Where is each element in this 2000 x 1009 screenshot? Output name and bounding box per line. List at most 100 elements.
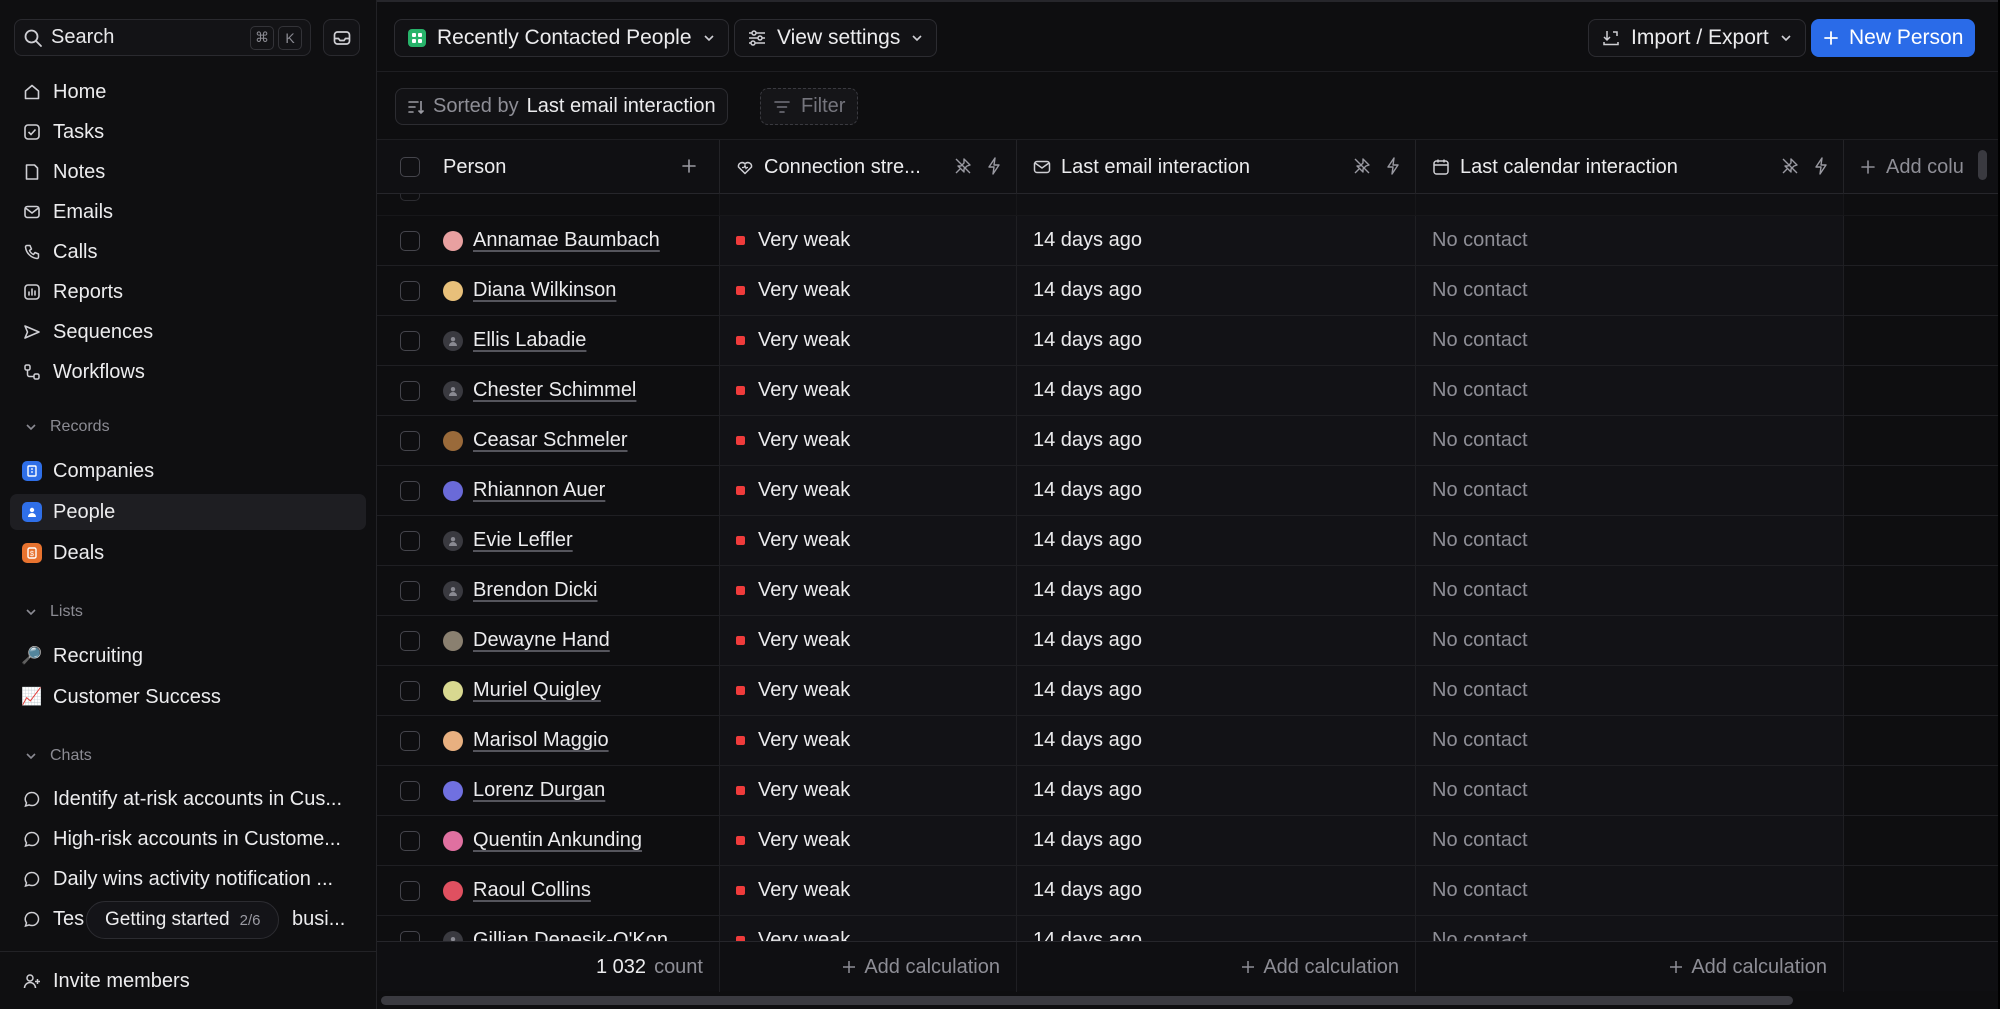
connection-cell[interactable]: Very weak [720,616,1017,665]
email-cell[interactable]: 14 days ago [1017,316,1416,365]
row-checkbox[interactable] [400,780,420,801]
person-name[interactable]: Annamae Baumbach [473,229,660,252]
person-cell[interactable]: Ceasar Schmeler [443,416,720,465]
calendar-cell[interactable]: No contact [1416,216,1844,265]
person-cell[interactable]: Evie Leffler [443,516,720,565]
email-cell[interactable] [1017,194,1416,215]
sort-chip[interactable]: Sorted by Last email interaction [395,88,728,125]
chats-section-toggle[interactable]: Chats [24,747,92,765]
person-name[interactable]: Quentin Ankunding [473,829,642,852]
records-section-toggle[interactable]: Records [24,418,110,436]
select-all-checkbox[interactable] [400,157,420,177]
row-checkbox[interactable] [400,230,420,251]
connection-cell[interactable]: Very weak [720,816,1017,865]
person-name[interactable]: Rhiannon Auer [473,479,605,502]
person-name[interactable]: Chester Schimmel [473,379,636,402]
calendar-cell[interactable]: No contact [1416,266,1844,315]
person-name[interactable]: Diana Wilkinson [473,279,616,302]
lightning-icon[interactable] [1813,157,1829,175]
calendar-cell[interactable]: No contact [1416,466,1844,515]
nav-calls[interactable]: Calls [10,234,366,270]
table-row[interactable]: Chester Schimmel Very weak 14 days ago No c… [377,366,1998,416]
person-name[interactable]: Ceasar Schmeler [473,429,628,452]
lists-section-toggle[interactable]: Lists [24,603,83,621]
calendar-cell[interactable]: No contact [1416,416,1844,465]
table-row[interactable]: Gillian Denesik-O'Kon Very weak 14 days ag… [377,916,1998,941]
email-cell[interactable]: 14 days ago [1017,766,1416,815]
email-cell[interactable]: 14 days ago [1017,566,1416,615]
column-header-connection-strength[interactable]: Connection stre... [720,140,1017,194]
add-calculation-calendar[interactable]: Add calculation [1416,942,1844,992]
row-checkbox[interactable] [400,680,420,701]
count-summary[interactable]: 1 032 count [377,942,720,992]
nav-people[interactable]: People [10,494,366,530]
add-field-icon[interactable] [681,158,697,174]
person-cell[interactable]: Raoul Collins [443,866,720,915]
nav-chat-item[interactable]: Identify at-risk accounts in Cus... [10,781,366,817]
person-name[interactable]: Brendon Dicki [473,579,598,602]
horizontal-scrollbar[interactable] [381,996,1793,1005]
person-name[interactable]: Muriel Quigley [473,679,601,702]
inbox-button[interactable] [323,19,360,56]
nav-list-recruiting[interactable]: 🔎 Recruiting [10,638,366,674]
calendar-cell[interactable] [1416,194,1844,215]
connection-cell[interactable] [720,194,1017,215]
row-checkbox[interactable] [400,880,420,901]
person-cell[interactable]: Diana Wilkinson [443,266,720,315]
calendar-cell[interactable]: No contact [1416,916,1844,941]
table-row[interactable]: Muriel Quigley Very weak 14 days ago No con… [377,666,1998,716]
new-person-button[interactable]: New Person [1811,19,1976,57]
nav-workflows[interactable]: Workflows [10,354,366,390]
calendar-cell[interactable]: No contact [1416,366,1844,415]
row-checkbox[interactable] [400,194,420,201]
nav-reports[interactable]: Reports [10,274,366,310]
connection-cell[interactable]: Very weak [720,866,1017,915]
table-row[interactable]: Raoul Collins Very weak 14 days ago No cont… [377,866,1998,916]
email-cell[interactable]: 14 days ago [1017,516,1416,565]
email-cell[interactable]: 14 days ago [1017,916,1416,941]
invite-members-button[interactable]: Invite members [10,963,366,999]
email-cell[interactable]: 14 days ago [1017,866,1416,915]
person-cell[interactable]: Ellis Labadie [443,316,720,365]
table-row[interactable]: Evie Leffler Very weak 14 days ago No conta… [377,516,1998,566]
row-checkbox[interactable] [400,430,420,451]
row-checkbox[interactable] [400,930,420,941]
connection-cell[interactable]: Very weak [720,716,1017,765]
connection-cell[interactable]: Very weak [720,766,1017,815]
person-name[interactable]: Evie Leffler [473,529,573,552]
connection-cell[interactable]: Very weak [720,666,1017,715]
nav-home[interactable]: Home [10,74,366,110]
person-cell[interactable]: Muriel Quigley [443,666,720,715]
email-cell[interactable]: 14 days ago [1017,266,1416,315]
nav-sequences[interactable]: Sequences [10,314,366,350]
filter-button[interactable]: Filter [760,88,859,125]
table-row[interactable]: Quentin Ankunding Very weak 14 days ago No … [377,816,1998,866]
connection-cell[interactable]: Very weak [720,916,1017,941]
add-calculation-email[interactable]: Add calculation [1017,942,1416,992]
connection-cell[interactable]: Very weak [720,366,1017,415]
connection-cell[interactable]: Very weak [720,416,1017,465]
email-cell[interactable]: 14 days ago [1017,216,1416,265]
nav-chat-item[interactable]: Daily wins activity notification ... [10,861,366,897]
connection-cell[interactable]: Very weak [720,516,1017,565]
row-checkbox[interactable] [400,530,420,551]
row-checkbox[interactable] [400,330,420,351]
connection-cell[interactable]: Very weak [720,316,1017,365]
person-cell[interactable]: Marisol Maggio [443,716,720,765]
nav-deals[interactable]: $ Deals [10,535,366,571]
calendar-cell[interactable]: No contact [1416,316,1844,365]
nav-emails[interactable]: Emails [10,194,366,230]
nav-notes[interactable]: Notes [10,154,366,190]
person-cell[interactable] [443,194,720,215]
person-cell[interactable]: Lorenz Durgan [443,766,720,815]
table-row[interactable]: Ellis Labadie Very weak 14 days ago No cont… [377,316,1998,366]
email-cell[interactable]: 14 days ago [1017,616,1416,665]
calendar-cell[interactable]: No contact [1416,516,1844,565]
import-export-button[interactable]: Import / Export [1588,19,1806,57]
table-row[interactable]: Dewayne Hand Very weak 14 days ago No conta… [377,616,1998,666]
nav-list-customer-success[interactable]: 📈 Customer Success [10,679,366,715]
email-cell[interactable]: 14 days ago [1017,666,1416,715]
column-header-last-calendar[interactable]: Last calendar interaction [1416,140,1844,194]
row-checkbox[interactable] [400,630,420,651]
person-cell[interactable]: Dewayne Hand [443,616,720,665]
